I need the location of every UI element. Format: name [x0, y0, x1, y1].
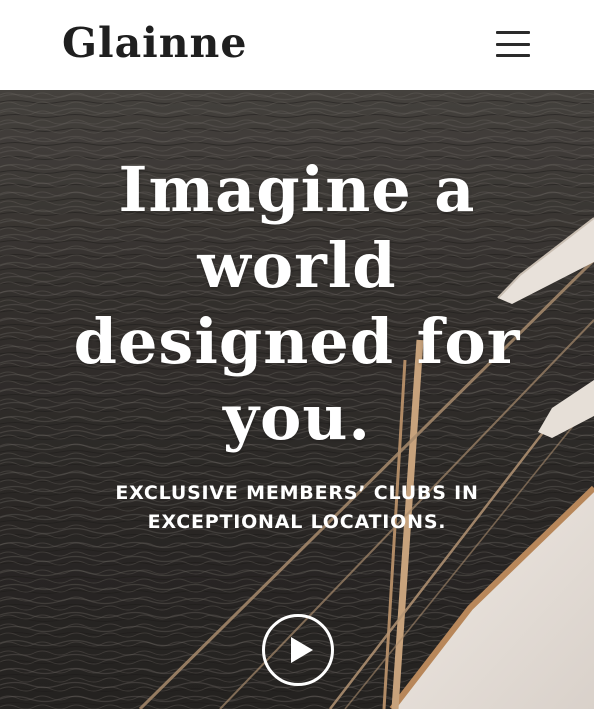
play-video-button[interactable]: [262, 614, 334, 686]
hamburger-menu-icon[interactable]: [496, 31, 530, 57]
page: Glainne Imagine a world designed for you…: [0, 0, 594, 709]
play-icon: [291, 637, 313, 663]
site-logo[interactable]: Glainne: [62, 19, 247, 67]
site-header: Glainne: [0, 0, 594, 90]
menu-bar: [496, 42, 530, 46]
menu-bar: [496, 31, 530, 34]
subheading-line-1: Exclusive members’ clubs in: [115, 482, 479, 504]
hero-content: Imagine a world designed for you. Exclus…: [0, 90, 594, 709]
hero-headline: Imagine a world designed for you.: [73, 153, 521, 454]
subheading-line-2: exceptional locations.: [147, 511, 447, 533]
hero-section: Imagine a world designed for you. Exclus…: [0, 90, 594, 709]
hero-subheading: Exclusive members’ clubs in exceptional …: [70, 479, 524, 537]
menu-bar: [496, 54, 530, 57]
